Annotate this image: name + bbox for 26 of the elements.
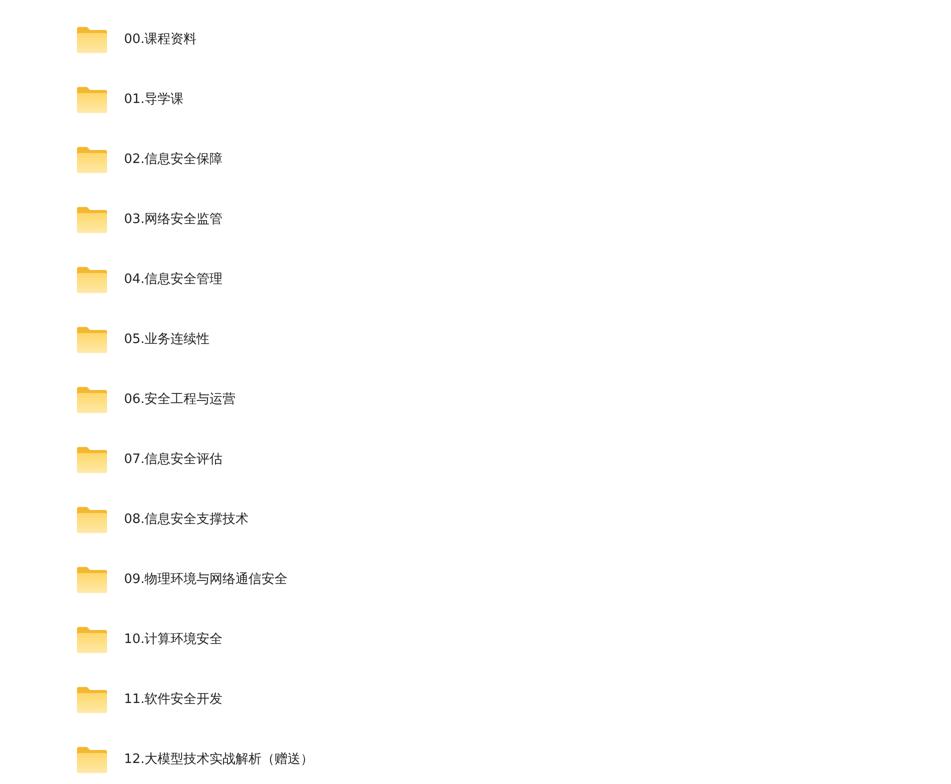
folder-icon: [76, 506, 108, 534]
folder-name[interactable]: 02.信息安全保障: [124, 150, 223, 170]
folder-name[interactable]: 08.信息安全支撑技术: [124, 510, 249, 530]
folder-icon: [76, 566, 108, 594]
folder-name[interactable]: 09.物理环境与网络通信安全: [124, 570, 288, 590]
folder-icon: [76, 326, 108, 354]
folder-name[interactable]: 07.信息安全评估: [124, 450, 223, 470]
folder-icon: [76, 206, 108, 234]
folder-name[interactable]: 04.信息安全管理: [124, 270, 223, 290]
folder-icon: [76, 746, 108, 774]
folder-icon: [76, 386, 108, 414]
folder-name[interactable]: 10.计算环境安全: [124, 630, 223, 650]
folder-icon: [76, 26, 108, 54]
folder-name[interactable]: 05.业务连续性: [124, 330, 210, 350]
folder-name[interactable]: 03.网络安全监管: [124, 210, 223, 230]
folder-name[interactable]: 11.软件安全开发: [124, 690, 223, 710]
folder-name[interactable]: 00.课程资料: [124, 30, 197, 50]
folder-icon: [76, 446, 108, 474]
folder-name[interactable]: 06.安全工程与运营: [124, 390, 236, 410]
folder-icon: [76, 686, 108, 714]
folder-icon: [76, 266, 108, 294]
folder-icon: [76, 626, 108, 654]
folder-icon: [76, 86, 108, 114]
folder-icon: [76, 146, 108, 174]
folder-name[interactable]: 12.大模型技术实战解析（赠送）: [124, 750, 314, 770]
folder-name[interactable]: 01.导学课: [124, 90, 184, 110]
